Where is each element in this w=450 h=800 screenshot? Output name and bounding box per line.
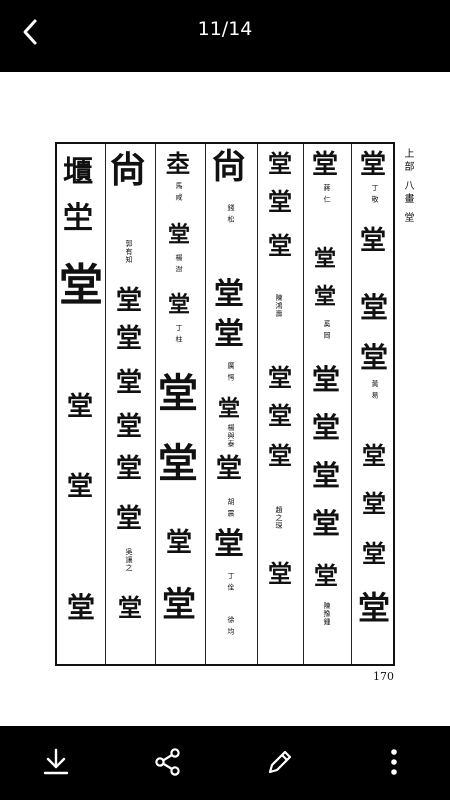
seal-glyph: 堂 [116,286,143,316]
seal-glyph: 堂 [358,589,391,627]
seal-glyph: 堂 [116,324,143,354]
page-number: 170 [373,670,394,683]
table-column-3: 坴 馬 咸 堂 楊 澍 堂 丁 柱 堂 堂 堂 堂 [155,144,205,664]
artist-name: 胡 震 [227,498,235,518]
artist-name: 奚 岡 [323,320,331,340]
seal-glyph: 尙 [110,149,147,191]
seal-glyph: 堂 [116,504,143,534]
seal-glyph: 堂 [360,341,389,374]
seal-glyph: 堂 [360,291,389,324]
seal-glyph: 堂 [314,246,337,272]
seal-glyph: 堂 [268,559,292,588]
table-column-5: 堂 堂 堂 陳鴻壽 堂 堂 堂 趙之琛 堂 [257,144,303,664]
seal-glyph: 堂 [216,454,243,484]
seal-glyph: 堂 [59,260,103,311]
seal-glyph: 堂 [312,507,341,540]
seal-glyph: 堂 [168,292,191,318]
edit-button[interactable] [262,744,298,780]
artist-name: 馬 咸 [175,182,183,202]
seal-glyph: 㙺 [63,155,93,190]
seal-script-table: 㙺 坣 堂 堂 堂 堂 尙 郭有知 堂 堂 堂 堂 堂 堂 吳讓之 堂 坴 馬 … [55,142,395,666]
bottom-toolbar [0,726,450,800]
seal-glyph: 堂 [312,411,341,444]
seal-glyph: 堂 [362,539,386,568]
image-viewer[interactable]: 㙺 坣 堂 堂 堂 堂 尙 郭有知 堂 堂 堂 堂 堂 堂 吳讓之 堂 坴 馬 … [0,72,450,726]
seal-glyph: 堂 [162,585,196,625]
seal-glyph: 堂 [268,401,292,430]
more-vertical-icon [391,749,397,775]
seal-glyph: 堂 [268,187,292,216]
artist-name: 錢 松 [227,204,235,224]
seal-glyph: 堂 [314,284,337,310]
artist-name: 郭有知 [125,240,133,264]
seal-glyph: 坣 [63,201,93,236]
artist-name: 趙之琛 [275,506,283,530]
seal-glyph: 堂 [214,527,244,562]
artist-name: 丁 敬 [371,184,379,204]
seal-glyph: 堂 [67,591,96,624]
artist-name: 厲 愕 [227,362,235,382]
artist-name: 陳鴻壽 [275,294,283,318]
artist-name: 丁 柱 [175,324,183,344]
seal-glyph: 堂 [312,363,341,396]
pencil-icon [268,750,292,774]
seal-glyph: 堂 [118,593,142,622]
seal-glyph: 堂 [218,396,241,422]
seal-glyph: 坴 [166,149,190,178]
scanned-book-page: 㙺 坣 堂 堂 堂 堂 尙 郭有知 堂 堂 堂 堂 堂 堂 吳讓之 堂 坴 馬 … [55,142,413,742]
artist-name: 丁 佺 [227,572,235,592]
seal-glyph: 堂 [360,226,387,256]
seal-glyph: 堂 [268,149,292,178]
seal-glyph: 堂 [268,231,292,260]
artist-name: 蔣 仁 [323,184,331,204]
artist-name: 徐 均 [227,616,235,636]
more-options-button[interactable] [376,744,412,780]
seal-glyph: 堂 [158,370,198,417]
seal-glyph: 堂 [168,222,191,248]
table-column-4: 尙 錢 松 堂 堂 厲 愕 堂 楊與泰 堂 胡 震 堂 丁 佺 徐 均 [205,144,257,664]
seal-glyph: 堂 [360,150,387,180]
seal-glyph: 堂 [362,489,386,518]
artist-name: 楊與泰 [227,424,235,448]
seal-glyph: 堂 [67,392,94,422]
section-heading: 上部 八畫 堂 [402,148,413,226]
share-icon [155,748,180,776]
table-column-6: 堂 蔣 仁 堂 堂 奚 岡 堂 堂 堂 堂 堂 陳豫鍾 [303,144,351,664]
seal-glyph: 堂 [362,441,386,470]
seal-glyph: 堂 [116,368,143,398]
seal-glyph: 堂 [214,277,244,312]
seal-glyph: 堂 [312,150,339,180]
seal-glyph: 堂 [268,441,292,470]
seal-glyph: 堂 [166,528,193,558]
table-column-1: 㙺 坣 堂 堂 堂 堂 [57,144,105,664]
seal-glyph: 尙 [212,147,246,187]
seal-glyph: 堂 [67,472,94,502]
artist-name: 陳豫鍾 [323,602,331,626]
download-icon [43,748,69,775]
download-button[interactable] [38,744,74,780]
artist-name: 吳讓之 [125,548,133,572]
page-indicator: 11/14 [197,18,253,40]
table-column-2: 尙 郭有知 堂 堂 堂 堂 堂 堂 吳讓之 堂 [105,144,155,664]
seal-glyph: 堂 [312,459,341,492]
seal-glyph: 堂 [116,454,143,484]
artist-name: 黃 易 [371,380,379,400]
seal-glyph: 堂 [314,561,338,590]
seal-glyph: 堂 [116,412,143,442]
table-column-7: 堂 丁 敬 堂 堂 堂 黃 易 堂 堂 堂 堂 [351,144,397,664]
seal-glyph: 堂 [214,317,244,352]
share-button[interactable] [150,744,186,780]
seal-glyph: 堂 [158,440,198,487]
artist-name: 楊 澍 [175,254,183,274]
top-bar: 11/14 [0,0,450,72]
seal-glyph: 堂 [268,363,292,392]
